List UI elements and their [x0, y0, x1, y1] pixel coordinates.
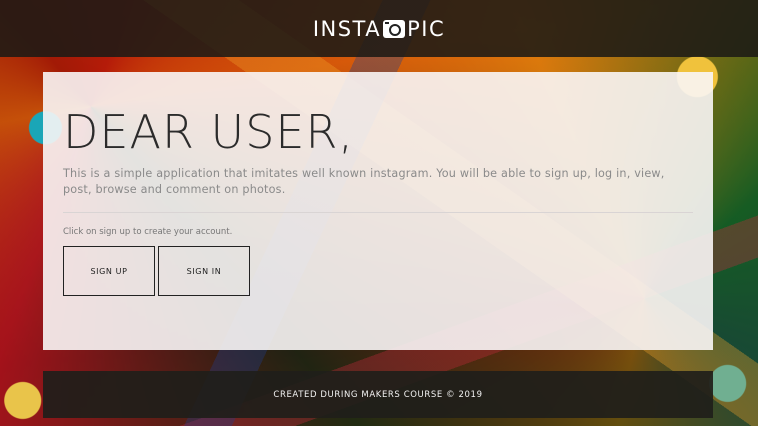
sign-in-button[interactable]: SIGN IN	[158, 246, 250, 297]
page-footer: CREATED DURING MAKERS COURSE © 2019	[43, 371, 713, 418]
app-description: This is a simple application that imitat…	[63, 167, 665, 197]
page-title: DEAR USER,	[63, 105, 355, 159]
auth-buttons: SIGN UP SIGN IN	[63, 246, 693, 297]
signup-hint: Click on sign up to create your account.	[63, 227, 233, 238]
welcome-panel: DEAR USER, This is a simple application …	[43, 72, 713, 350]
camera-icon	[383, 19, 406, 38]
logo-text-left: INSTA	[312, 16, 382, 41]
divider	[63, 212, 693, 214]
footer-text: CREATED DURING MAKERS COURSE © 2019	[273, 389, 483, 400]
app-logo[interactable]: INSTA PIC	[313, 17, 445, 41]
top-navbar: INSTA PIC	[0, 0, 758, 57]
logo-text-right: PIC	[407, 16, 446, 41]
sign-up-button[interactable]: SIGN UP	[63, 246, 155, 297]
